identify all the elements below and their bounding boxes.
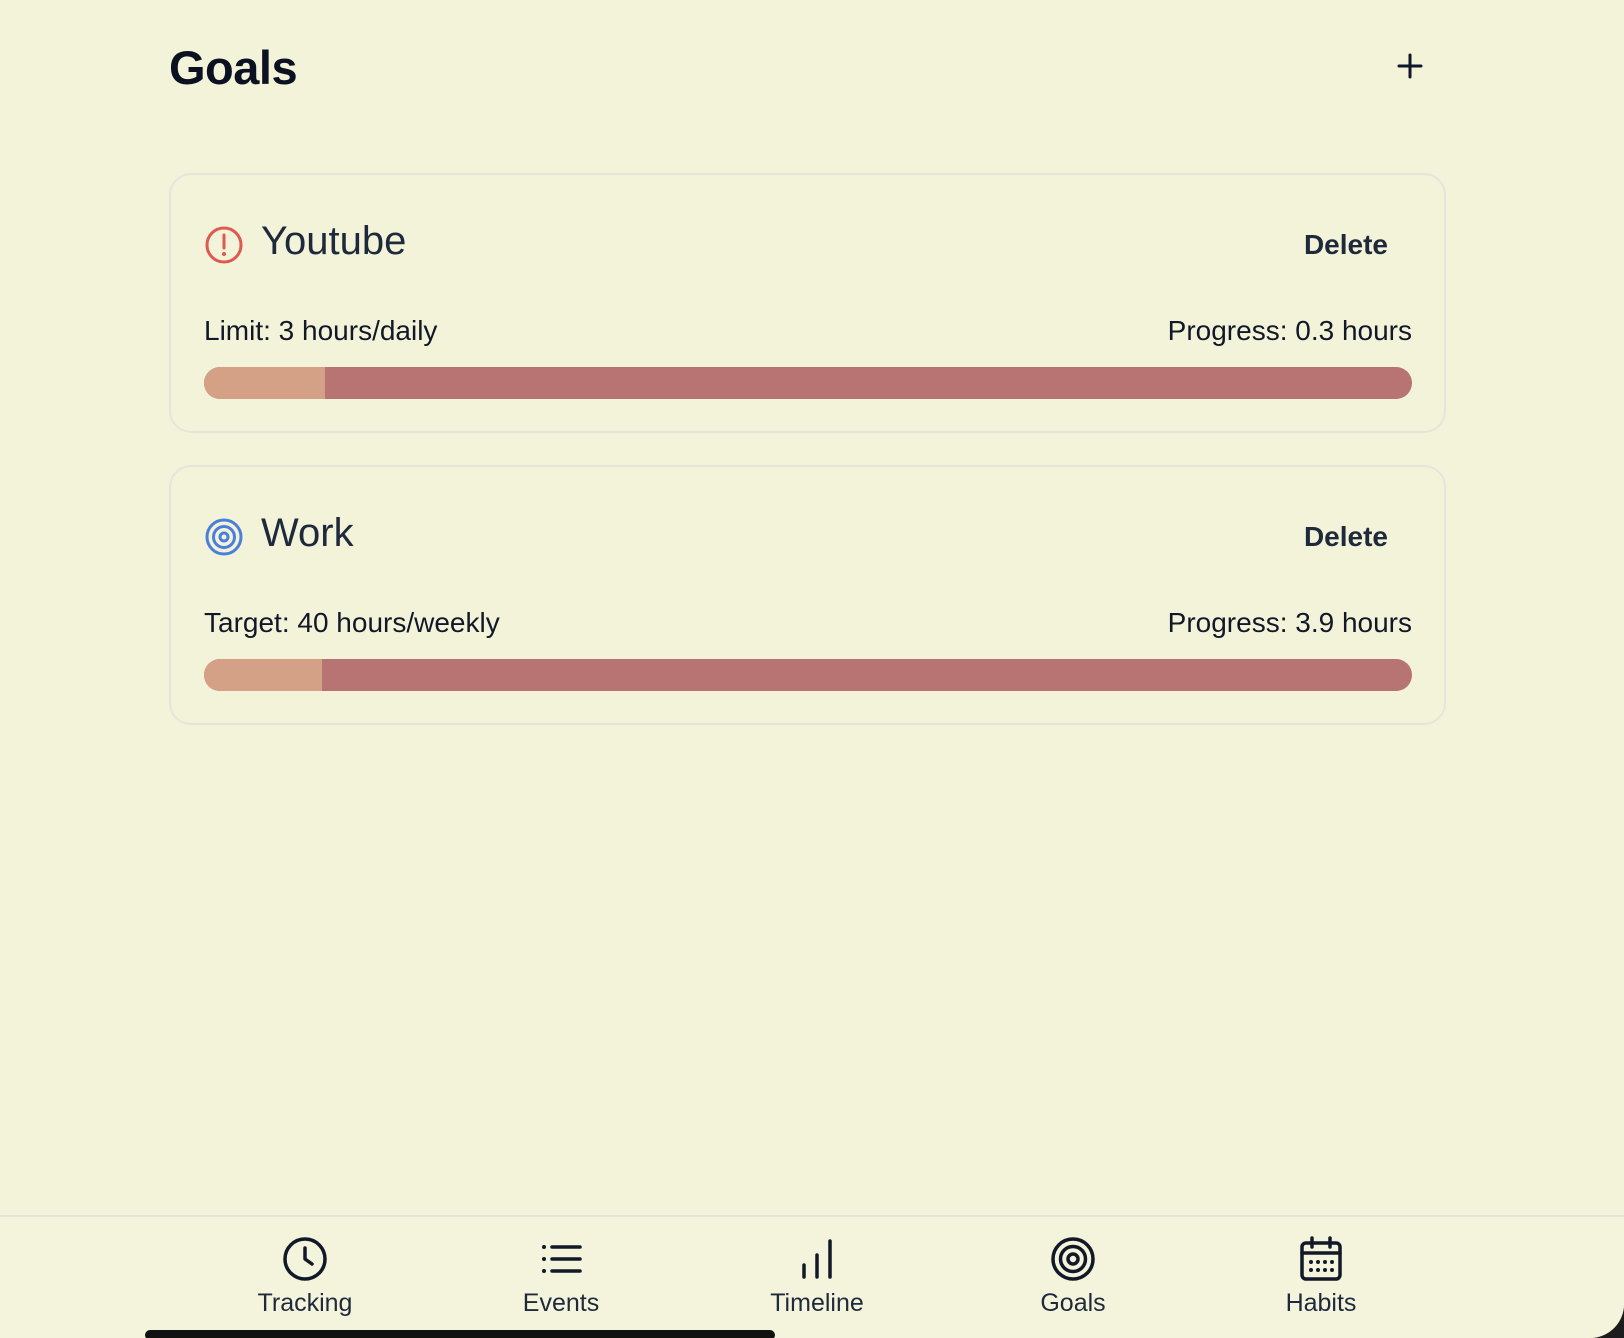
nav-label: Habits: [1285, 1289, 1357, 1317]
goal-progress-text: Progress: 0.3 hours: [1167, 315, 1412, 346]
delete-button[interactable]: Delete: [1286, 512, 1406, 562]
nav-item-events[interactable]: Events: [481, 1217, 641, 1327]
nav-item-tracking[interactable]: Tracking: [225, 1217, 385, 1327]
progress-bar-fill: [204, 367, 325, 399]
goal-progress-text: Progress: 3.9 hours: [1167, 607, 1412, 638]
page-title: Goals: [169, 41, 298, 94]
plus-icon: [1397, 53, 1423, 79]
nav-label: Timeline: [770, 1289, 864, 1317]
alert-circle-icon: [205, 226, 243, 264]
calendar-icon: [1300, 1236, 1342, 1281]
delete-button[interactable]: Delete: [1286, 220, 1406, 270]
goal-name: Youtube: [261, 219, 407, 263]
goal-card: Work Delete Target: 40 hours/weekly Prog…: [169, 465, 1446, 725]
nav-item-goals[interactable]: Goals: [993, 1217, 1153, 1327]
nav-label: Tracking: [257, 1289, 353, 1317]
goal-target: Target: 40 hours/weekly: [204, 607, 500, 638]
list-icon: [542, 1245, 582, 1273]
bar-chart-icon: [802, 1239, 832, 1279]
goal-name: Work: [261, 511, 354, 555]
goal-card: Youtube Delete Limit: 3 hours/daily Prog…: [169, 173, 1446, 433]
home-indicator: [145, 1330, 775, 1338]
progress-bar: [204, 367, 1412, 399]
nav-label: Events: [522, 1289, 600, 1317]
bottom-nav: Tracking Events Timeline Goals Habits: [0, 1215, 1624, 1338]
app-window: Goals Youtube Delete Limit: 3 hours/dail…: [0, 0, 1624, 1338]
clock-icon: [283, 1237, 327, 1281]
nav-item-habits[interactable]: Habits: [1241, 1217, 1401, 1327]
target-icon: [1051, 1237, 1095, 1281]
nav-item-timeline[interactable]: Timeline: [737, 1217, 897, 1327]
progress-bar: [204, 659, 1412, 691]
goal-limit: Limit: 3 hours/daily: [204, 315, 438, 346]
progress-bar-fill: [204, 659, 322, 691]
add-goal-button[interactable]: [1386, 42, 1434, 90]
target-icon: [205, 518, 243, 556]
nav-label: Goals: [1040, 1289, 1106, 1317]
